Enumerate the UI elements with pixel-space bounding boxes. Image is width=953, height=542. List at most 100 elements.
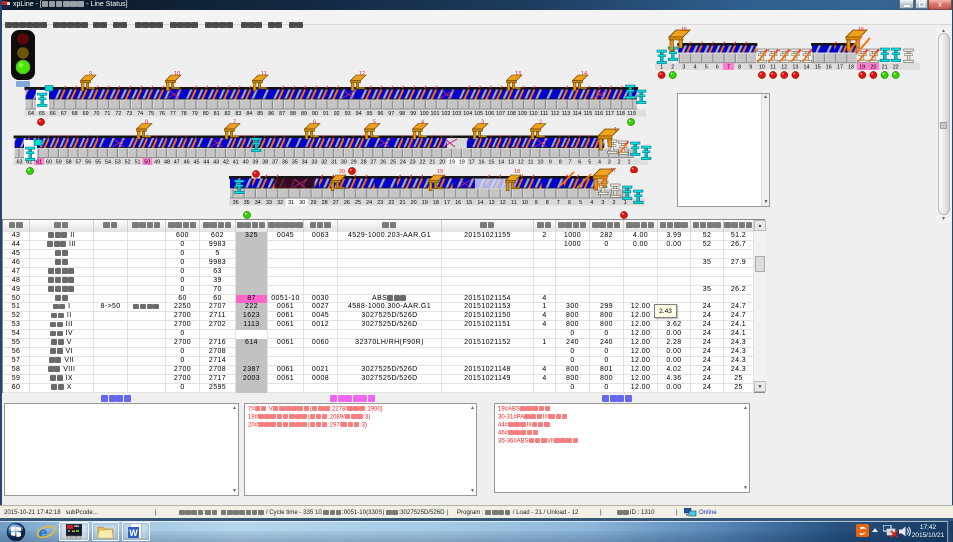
svg-text:92: 92 [334, 111, 340, 117]
svg-text:4: 4 [694, 65, 697, 71]
svg-text:26: 26 [380, 160, 386, 166]
svg-text:6: 6 [313, 120, 316, 126]
svg-text:39: 39 [252, 160, 258, 166]
svg-text:17: 17 [469, 160, 475, 166]
svg-text:20: 20 [339, 169, 345, 175]
svg-text:4: 4 [590, 200, 593, 206]
svg-text:78: 78 [181, 111, 187, 117]
svg-text:8: 8 [738, 65, 741, 71]
svg-text:46: 46 [184, 160, 190, 166]
svg-text:68: 68 [72, 111, 78, 117]
svg-text:3: 3 [682, 65, 685, 71]
svg-text:66: 66 [50, 111, 56, 117]
svg-text:71: 71 [104, 111, 110, 117]
svg-text:9: 9 [549, 160, 552, 166]
svg-text:115: 115 [584, 111, 593, 117]
svg-text:114: 114 [573, 111, 582, 117]
svg-text:23: 23 [377, 200, 383, 206]
svg-text:35: 35 [292, 160, 298, 166]
svg-text:89: 89 [301, 111, 307, 117]
svg-text:16: 16 [455, 200, 461, 206]
svg-text:9: 9 [535, 200, 538, 206]
svg-text:23: 23 [410, 160, 416, 166]
svg-text:22: 22 [388, 200, 394, 206]
svg-text:49: 49 [154, 160, 160, 166]
svg-text:5: 5 [373, 120, 376, 126]
svg-text:24: 24 [400, 160, 406, 166]
svg-text:117: 117 [605, 111, 614, 117]
svg-text:53: 53 [115, 160, 121, 166]
svg-text:36: 36 [233, 200, 239, 206]
svg-text:22: 22 [893, 65, 899, 71]
svg-text:33: 33 [311, 160, 317, 166]
svg-text:14: 14 [498, 160, 504, 166]
svg-text:40: 40 [243, 160, 249, 166]
svg-text:97: 97 [388, 111, 394, 117]
svg-text:100: 100 [420, 111, 429, 117]
svg-text:85: 85 [257, 111, 263, 117]
svg-text:31: 31 [288, 200, 294, 206]
svg-text:16: 16 [479, 160, 485, 166]
svg-text:67: 67 [61, 111, 67, 117]
svg-text:104: 104 [463, 111, 472, 117]
svg-text:30: 30 [341, 160, 347, 166]
svg-text:32: 32 [321, 160, 327, 166]
svg-text:80: 80 [203, 111, 209, 117]
svg-text:W: W [129, 528, 138, 538]
svg-text:4: 4 [598, 160, 601, 166]
svg-text:19: 19 [437, 169, 443, 175]
svg-text:99: 99 [410, 111, 416, 117]
svg-text:63: 63 [17, 160, 23, 166]
svg-text:37: 37 [272, 160, 278, 166]
svg-text:11: 11 [770, 65, 776, 71]
svg-text:28: 28 [361, 160, 367, 166]
svg-text:34: 34 [255, 200, 261, 206]
svg-text:11: 11 [528, 160, 534, 166]
svg-text:98: 98 [399, 111, 405, 117]
svg-text:11: 11 [511, 200, 517, 206]
svg-text:15: 15 [681, 27, 687, 33]
svg-text:19: 19 [449, 160, 455, 166]
svg-text:16: 16 [858, 27, 864, 33]
svg-text:3: 3 [601, 200, 604, 206]
svg-text:90: 90 [312, 111, 318, 117]
svg-text:70: 70 [94, 111, 100, 117]
svg-text:96: 96 [377, 111, 383, 117]
svg-text:83: 83 [235, 111, 241, 117]
svg-text:4: 4 [421, 120, 424, 126]
svg-text:5: 5 [579, 200, 582, 206]
svg-text:102: 102 [441, 111, 450, 117]
svg-text:88: 88 [290, 111, 296, 117]
svg-text:13: 13 [515, 71, 521, 77]
svg-text:86: 86 [268, 111, 274, 117]
svg-text:7: 7 [557, 200, 560, 206]
svg-text:106: 106 [485, 111, 494, 117]
svg-text:9: 9 [89, 71, 92, 77]
svg-text:105: 105 [474, 111, 483, 117]
svg-text:56: 56 [85, 160, 91, 166]
svg-text:47: 47 [174, 160, 180, 166]
svg-text:77: 77 [170, 111, 176, 117]
svg-text:31: 31 [331, 160, 337, 166]
svg-text:108: 108 [507, 111, 516, 117]
svg-text:74: 74 [137, 111, 143, 117]
svg-text:18: 18 [514, 169, 520, 175]
svg-text:34: 34 [302, 160, 308, 166]
svg-text:3: 3 [608, 160, 611, 166]
svg-text:8: 8 [145, 120, 148, 126]
svg-text:7: 7 [727, 65, 730, 71]
svg-text:7: 7 [233, 120, 236, 126]
svg-text:44: 44 [203, 160, 209, 166]
svg-text:50: 50 [144, 160, 150, 166]
svg-text:16: 16 [826, 65, 832, 71]
svg-text:112: 112 [551, 111, 560, 117]
svg-text:14: 14 [804, 65, 810, 71]
svg-text:54: 54 [105, 160, 111, 166]
svg-text:65: 65 [39, 111, 45, 117]
svg-text:113: 113 [562, 111, 571, 117]
svg-text:10: 10 [174, 71, 180, 77]
svg-text:94: 94 [356, 111, 362, 117]
svg-text:6: 6 [716, 65, 719, 71]
svg-text:7: 7 [569, 160, 572, 166]
svg-text:109: 109 [518, 111, 527, 117]
